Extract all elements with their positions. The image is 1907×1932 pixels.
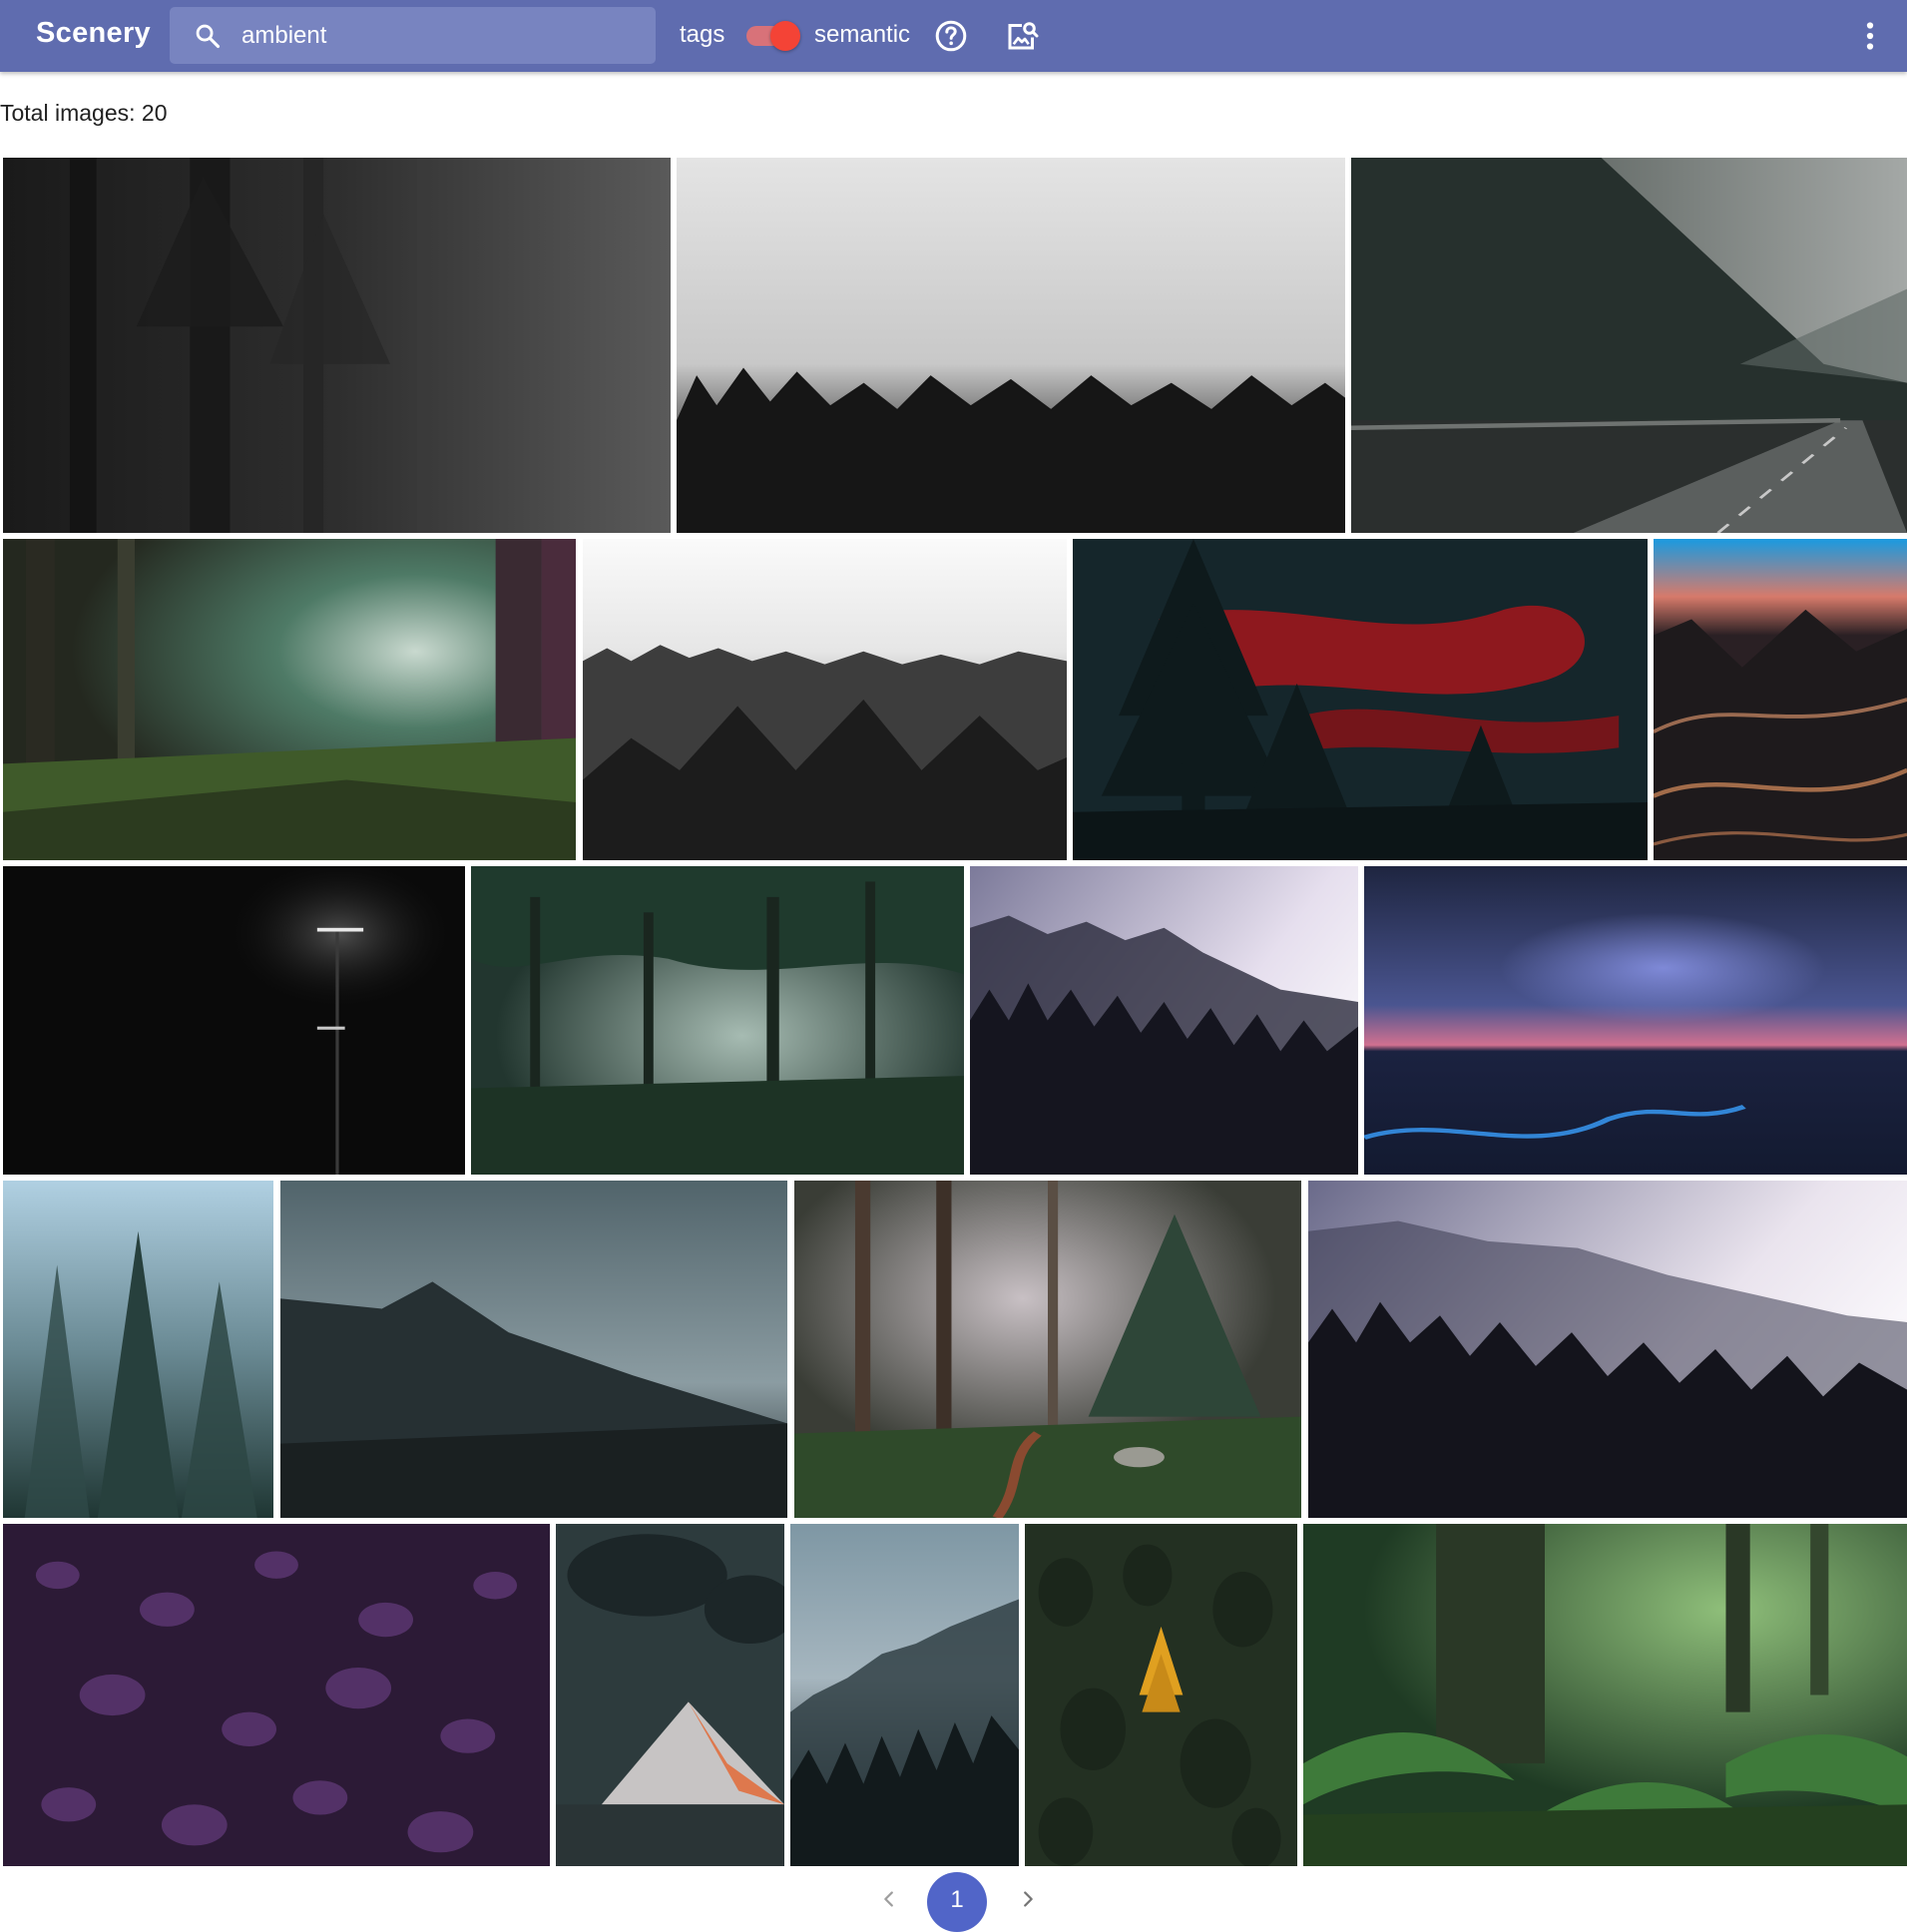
search-mode-toggle[interactable] [744, 20, 802, 52]
page-button-current[interactable]: 1 [927, 1872, 987, 1932]
image-thumbnail [1364, 866, 1907, 1175]
image-thumbnail [3, 158, 671, 533]
image-thumbnail [583, 539, 1067, 860]
search-box[interactable] [170, 7, 656, 64]
image-tile[interactable] [1351, 158, 1907, 533]
image-thumbnail [1308, 1181, 1907, 1518]
image-tile[interactable] [794, 1181, 1301, 1518]
image-thumbnail [1654, 539, 1907, 860]
image-tile[interactable] [1308, 1181, 1907, 1518]
image-thumbnail [3, 866, 465, 1175]
image-tile[interactable] [790, 1524, 1019, 1866]
chevron-left-icon [884, 1891, 893, 1907]
image-tile[interactable] [583, 539, 1067, 860]
image-tile[interactable] [3, 539, 576, 860]
image-tile[interactable] [556, 1524, 784, 1866]
help-icon[interactable] [933, 18, 969, 54]
image-tile[interactable] [3, 158, 671, 533]
image-tile[interactable] [280, 1181, 787, 1518]
image-thumbnail [1351, 158, 1907, 533]
image-tile[interactable] [1364, 866, 1907, 1175]
image-tile[interactable] [1303, 1524, 1907, 1866]
image-thumbnail [3, 1181, 273, 1518]
image-tile[interactable] [3, 866, 465, 1175]
image-tile[interactable] [1025, 1524, 1297, 1866]
image-thumbnail [790, 1524, 1019, 1866]
mode-label-tags: tags [680, 21, 725, 48]
image-thumbnail [3, 1524, 550, 1866]
image-thumbnail [1025, 1524, 1297, 1866]
image-thumbnail [280, 1181, 787, 1518]
image-thumbnail [794, 1181, 1301, 1518]
mode-label-semantic: semantic [814, 21, 911, 48]
image-tile[interactable] [970, 866, 1358, 1175]
search-input[interactable] [241, 7, 641, 64]
app-bar: Scenery tags semantic [0, 0, 1907, 72]
app-title[interactable]: Scenery [36, 17, 151, 50]
image-thumbnail [677, 158, 1345, 533]
next-page-button[interactable] [1004, 1874, 1052, 1924]
toggle-thumb [770, 21, 800, 51]
image-thumbnail [1303, 1524, 1907, 1866]
total-images-count: Total images: 20 [0, 100, 168, 126]
chevron-right-icon [1024, 1891, 1033, 1907]
image-tile[interactable] [677, 158, 1345, 533]
image-tile[interactable] [3, 1181, 273, 1518]
image-grid [0, 158, 1907, 1870]
more-vert-icon[interactable] [1852, 18, 1888, 54]
image-thumbnail [556, 1524, 784, 1866]
image-thumbnail [970, 866, 1358, 1175]
image-thumbnail [3, 539, 576, 860]
image-thumbnail [471, 866, 964, 1175]
image-tile[interactable] [3, 1524, 550, 1866]
image-search-icon[interactable] [1004, 18, 1040, 54]
image-tile[interactable] [1073, 539, 1648, 860]
image-tile[interactable] [1654, 539, 1907, 860]
previous-page-button[interactable] [865, 1874, 913, 1924]
image-thumbnail [1073, 539, 1648, 860]
search-icon [196, 24, 221, 49]
image-tile[interactable] [471, 866, 964, 1175]
